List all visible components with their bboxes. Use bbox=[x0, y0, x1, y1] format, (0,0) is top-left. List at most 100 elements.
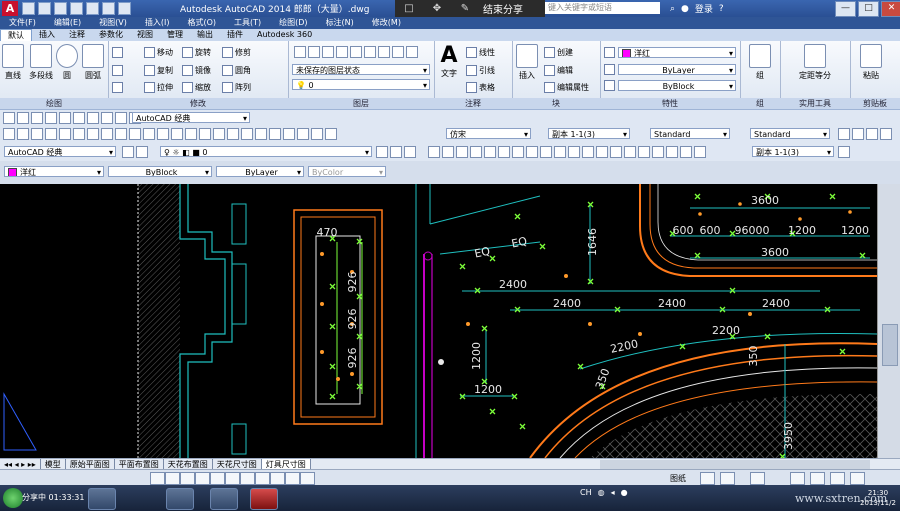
text-a2-icon[interactable] bbox=[852, 128, 864, 140]
color-select[interactable]: 洋红 bbox=[618, 47, 736, 58]
tab-default[interactable]: 默认 bbox=[0, 29, 32, 41]
3d-osnap-icon[interactable] bbox=[240, 472, 255, 485]
new-icon[interactable] bbox=[3, 112, 15, 124]
dim-quick-icon[interactable] bbox=[540, 146, 552, 158]
layer-freeze-icon[interactable] bbox=[322, 46, 334, 58]
linear-dim-button[interactable]: 线性 bbox=[466, 47, 495, 58]
plot-preview-icon[interactable] bbox=[59, 128, 71, 140]
groups-panel-title[interactable]: 组 bbox=[740, 98, 780, 109]
autocad-logo-icon[interactable]: A bbox=[2, 1, 18, 16]
sheet-set-icon[interactable] bbox=[283, 128, 295, 140]
publish-icon[interactable] bbox=[73, 112, 85, 124]
annotation-panel-title[interactable]: 注释 bbox=[434, 98, 512, 109]
rotate-button[interactable]: 旋转 bbox=[182, 47, 211, 58]
cut2-icon[interactable] bbox=[101, 128, 113, 140]
clipboard-panel-title[interactable]: 剪贴板 bbox=[850, 98, 900, 109]
menu-edit[interactable]: 编辑(E) bbox=[45, 17, 90, 29]
layer-previous-icon[interactable] bbox=[364, 46, 376, 58]
properties-panel-title[interactable]: 特性 bbox=[600, 98, 740, 109]
quick-view-layouts-icon[interactable] bbox=[700, 472, 715, 485]
rect-tool[interactable] bbox=[112, 47, 125, 58]
layer-prev-icon[interactable] bbox=[390, 146, 402, 158]
media-app-icon[interactable] bbox=[166, 488, 194, 510]
quickcalc-icon[interactable] bbox=[311, 128, 323, 140]
inspect-icon[interactable] bbox=[638, 146, 650, 158]
plot2-icon[interactable] bbox=[45, 128, 57, 140]
design-center-icon[interactable] bbox=[255, 128, 267, 140]
layer-manager-icon[interactable] bbox=[136, 146, 148, 158]
zoom-realtime-icon[interactable] bbox=[199, 128, 211, 140]
login-button[interactable]: 登录 bbox=[695, 2, 713, 15]
menu-insert[interactable]: 插入(I) bbox=[136, 17, 179, 29]
menu-modify[interactable]: 修改(M) bbox=[363, 17, 410, 29]
group-tool[interactable]: 组 bbox=[749, 44, 771, 81]
lineweight-select[interactable]: ByBlock bbox=[618, 80, 736, 91]
brush-icon[interactable] bbox=[143, 128, 155, 140]
infer-constraints-icon[interactable] bbox=[150, 472, 165, 485]
open-icon[interactable] bbox=[17, 112, 29, 124]
utilities-panel-title[interactable]: 实用工具 bbox=[780, 98, 850, 109]
dim-angular-icon[interactable] bbox=[526, 146, 538, 158]
table-button[interactable]: 表格 bbox=[466, 82, 495, 93]
object-snap-icon[interactable] bbox=[225, 472, 240, 485]
dim-baseline-icon[interactable] bbox=[554, 146, 566, 158]
layer-off-icon[interactable] bbox=[308, 46, 320, 58]
layer-match-icon[interactable] bbox=[350, 46, 362, 58]
redo2-icon[interactable] bbox=[171, 128, 183, 140]
trim-button[interactable]: 修剪 bbox=[222, 47, 251, 58]
paste2-icon[interactable] bbox=[129, 128, 141, 140]
linetype-control-select[interactable]: ByBlock bbox=[108, 166, 212, 177]
zoom-previous-icon[interactable] bbox=[227, 128, 239, 140]
dim-radius-icon[interactable] bbox=[484, 146, 496, 158]
fillet-button[interactable]: 圆角 bbox=[222, 65, 251, 76]
lineweight-toggle-icon[interactable] bbox=[300, 472, 315, 485]
save-icon[interactable] bbox=[54, 2, 67, 15]
dim-update-icon[interactable] bbox=[694, 146, 706, 158]
layer-properties-icon[interactable] bbox=[294, 46, 306, 58]
menu-file[interactable]: 文件(F) bbox=[0, 17, 45, 29]
grid-display-icon[interactable] bbox=[180, 472, 195, 485]
preview-icon[interactable] bbox=[59, 112, 71, 124]
make-current-icon[interactable] bbox=[376, 146, 388, 158]
move-button[interactable]: 移动 bbox=[144, 47, 173, 58]
polyline-tool[interactable]: 多段线 bbox=[28, 44, 54, 81]
stretch-button[interactable]: 拉伸 bbox=[144, 82, 173, 93]
linetype-icon[interactable] bbox=[604, 64, 617, 75]
cut-icon[interactable] bbox=[87, 112, 99, 124]
end-share-button[interactable]: 结束分享 bbox=[479, 1, 523, 16]
menu-dimension[interactable]: 标注(N) bbox=[317, 17, 363, 29]
layers-panel-title[interactable]: 图层 bbox=[288, 98, 434, 109]
clean-screen-icon[interactable] bbox=[850, 472, 865, 485]
minimize-button[interactable]: — bbox=[835, 1, 856, 17]
tolerance-icon[interactable] bbox=[610, 146, 622, 158]
stop-square-icon[interactable]: □ bbox=[395, 3, 423, 14]
lineweight-icon[interactable] bbox=[604, 80, 617, 91]
pen-icon[interactable]: ✎ bbox=[451, 3, 479, 14]
paste-tool[interactable]: 粘贴 bbox=[860, 44, 882, 81]
edit-attributes-button[interactable]: 编辑属性 bbox=[544, 82, 589, 93]
text-tool[interactable]: A 文字 bbox=[438, 44, 460, 79]
tool-palettes-icon[interactable] bbox=[269, 128, 281, 140]
annotation-scale-icon[interactable] bbox=[750, 472, 765, 485]
tab-view[interactable]: 视图 bbox=[130, 29, 160, 41]
text-style-select[interactable]: 仿宋 bbox=[446, 128, 531, 139]
tray-volume-icon[interactable]: ◂ bbox=[611, 488, 615, 497]
paste-clip-icon[interactable] bbox=[115, 112, 127, 124]
browser-app-icon[interactable] bbox=[88, 488, 116, 510]
menu-tools[interactable]: 工具(T) bbox=[225, 17, 270, 29]
menu-view[interactable]: 视图(V) bbox=[90, 17, 136, 29]
user-icon[interactable]: ● bbox=[681, 4, 689, 14]
move-icon[interactable]: ✥ bbox=[423, 3, 451, 14]
tray-network-icon[interactable]: ◍ bbox=[598, 488, 605, 497]
undo2-icon[interactable] bbox=[157, 128, 169, 140]
tray-app-icon[interactable]: ● bbox=[621, 488, 628, 497]
3dprint-icon[interactable] bbox=[87, 128, 99, 140]
save2-icon[interactable] bbox=[31, 128, 43, 140]
otrack-icon[interactable] bbox=[255, 472, 270, 485]
text-a4-icon[interactable] bbox=[880, 128, 892, 140]
text-a1-icon[interactable] bbox=[838, 128, 850, 140]
qnew-icon[interactable] bbox=[3, 128, 15, 140]
scrollbar-thumb[interactable] bbox=[882, 324, 898, 366]
start-orb-icon[interactable] bbox=[3, 488, 23, 508]
open-file-icon[interactable] bbox=[38, 2, 51, 15]
